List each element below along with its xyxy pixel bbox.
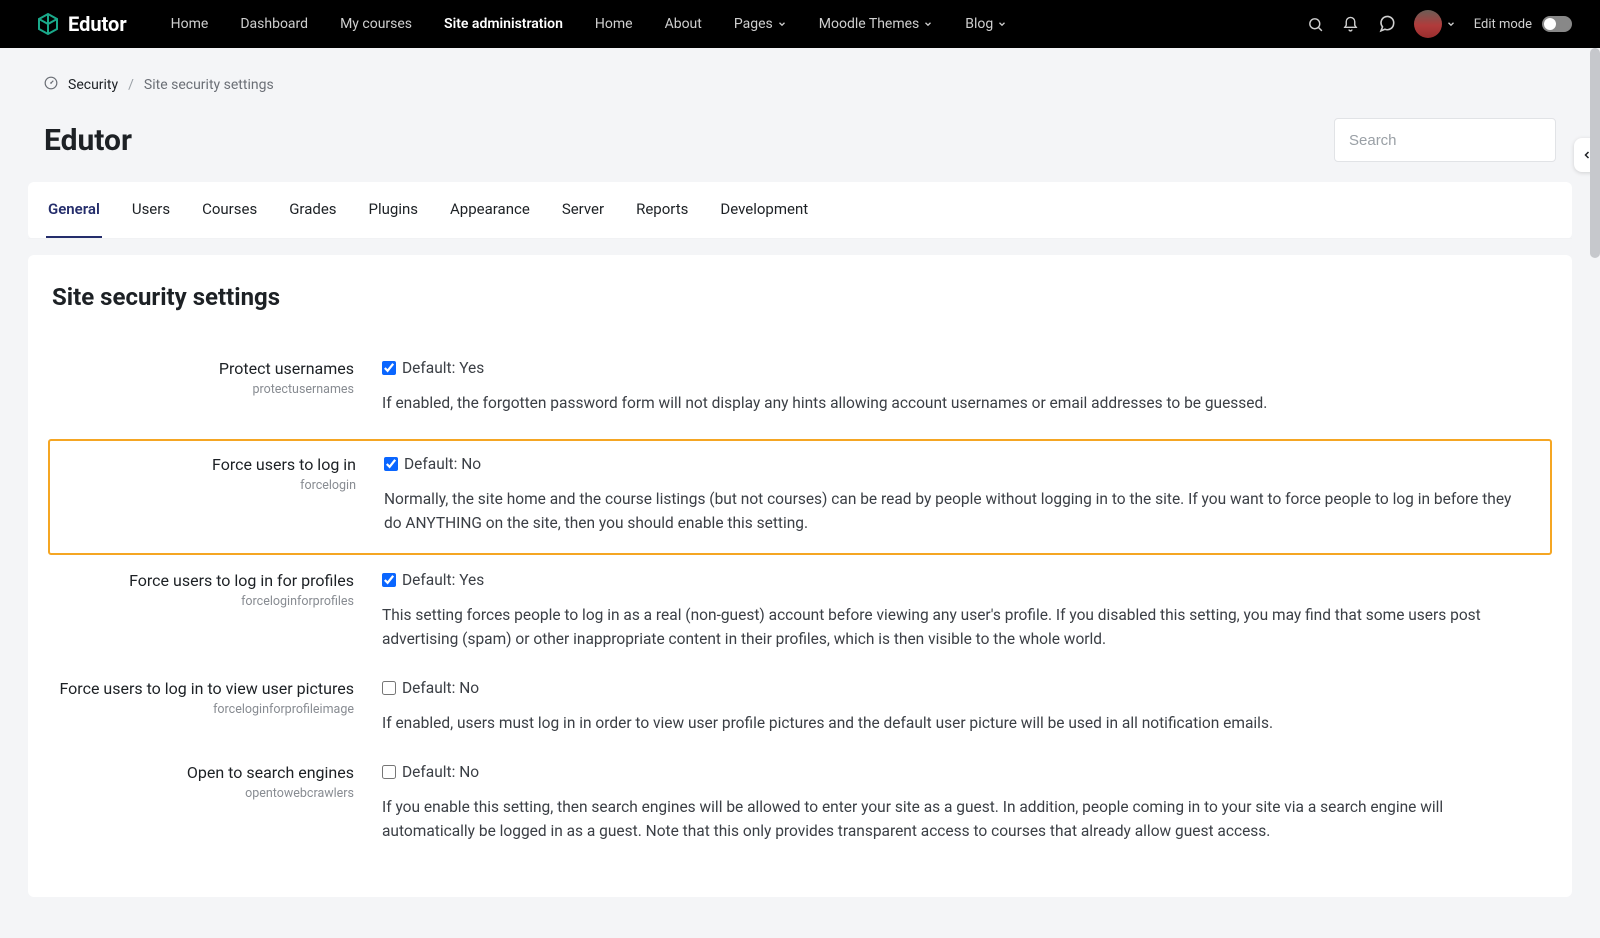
setting-forcelogin: Force users to log in forcelogin Default: …	[48, 439, 1552, 555]
bell-icon[interactable]	[1342, 16, 1359, 33]
tab-appearance[interactable]: Appearance	[448, 182, 532, 238]
setting-slug: protectusernames	[48, 382, 354, 397]
edit-mode-label: Edit mode	[1474, 17, 1532, 32]
nav-pages[interactable]: Pages	[718, 0, 803, 48]
chevron-down-icon	[777, 19, 787, 29]
setting-value-col: Default: Yes If enabled, the forgotten pa…	[382, 359, 1552, 415]
tab-development[interactable]: Development	[718, 182, 810, 238]
setting-value-col: Default: Yes This setting forces people t…	[382, 571, 1552, 651]
nav-moodle-themes[interactable]: Moodle Themes	[803, 0, 950, 48]
tab-courses[interactable]: Courses	[200, 182, 259, 238]
setting-label-col: Force users to log in forcelogin	[50, 455, 358, 493]
setting-forceloginforprofileimage: Force users to log in to view user pictu…	[48, 669, 1552, 753]
nav-home[interactable]: Home	[579, 0, 649, 48]
setting-checkbox[interactable]	[382, 361, 396, 375]
breadcrumb-separator: /	[128, 77, 134, 93]
primary-nav: HomeDashboardMy coursesSite administrati…	[155, 0, 1024, 48]
setting-value-col: Default: No If enabled, users must log in…	[382, 679, 1552, 735]
nav-my-courses[interactable]: My courses	[324, 0, 428, 48]
nav-dashboard[interactable]: Dashboard	[224, 0, 324, 48]
setting-default-text: Default: No	[402, 763, 479, 781]
settings-card: Site security settings Protect usernames…	[28, 255, 1572, 897]
setting-opentowebcrawlers: Open to search engines opentowebcrawlers D…	[48, 753, 1552, 861]
setting-default-text: Default: Yes	[402, 359, 484, 377]
breadcrumb: Security / Site security settings	[28, 76, 1572, 94]
nav-home[interactable]: Home	[155, 0, 225, 48]
chevron-down-icon	[1446, 19, 1456, 29]
setting-description: If enabled, the forgotten password form …	[382, 391, 1522, 415]
content-area: Security / Site security settings Edutor…	[0, 48, 1600, 938]
setting-checkbox-row: Default: No	[382, 763, 1522, 781]
search-icon[interactable]	[1307, 16, 1324, 33]
tab-server[interactable]: Server	[560, 182, 606, 238]
setting-forceloginforprofiles: Force users to log in for profiles forcel…	[48, 561, 1552, 669]
setting-slug: opentowebcrawlers	[48, 786, 354, 801]
setting-label-col: Force users to log in to view user pictu…	[48, 679, 356, 717]
topbar-right: Edit mode	[1307, 10, 1572, 38]
page-title: Edutor	[44, 123, 132, 158]
setting-checkbox-row: Default: No	[384, 455, 1520, 473]
setting-default-text: Default: No	[404, 455, 481, 473]
setting-label: Open to search engines	[48, 763, 354, 782]
chevron-down-icon	[997, 19, 1007, 29]
setting-checkbox[interactable]	[382, 681, 396, 695]
tab-reports[interactable]: Reports	[634, 182, 690, 238]
setting-slug: forceloginforprofiles	[48, 594, 354, 609]
tabs-card: General Users Courses Grades Plugins Appearan…	[28, 182, 1572, 239]
setting-value-col: Default: No Normally, the site home and t…	[384, 455, 1550, 535]
scrollbar[interactable]	[1590, 48, 1600, 938]
tab-grades[interactable]: Grades	[287, 182, 338, 238]
section-heading: Site security settings	[52, 283, 1552, 311]
setting-label-col: Protect usernames protectusernames	[48, 359, 356, 397]
admin-tabs: General Users Courses Grades Plugins Appearan…	[28, 182, 1572, 239]
setting-label: Force users to log in to view user pictu…	[48, 679, 354, 698]
edit-mode-control: Edit mode	[1474, 16, 1572, 32]
setting-description: If enabled, users must log in in order t…	[382, 711, 1522, 735]
nav-blog[interactable]: Blog	[949, 0, 1023, 48]
tab-general[interactable]: General	[46, 182, 102, 238]
breadcrumb-current: Site security settings	[144, 77, 274, 93]
nav-site-administration[interactable]: Site administration	[428, 0, 579, 48]
page-header: Edutor	[28, 118, 1572, 182]
avatar	[1414, 10, 1442, 38]
messages-icon[interactable]	[1377, 15, 1396, 34]
tab-plugins[interactable]: Plugins	[367, 182, 420, 238]
setting-label-col: Force users to log in for profiles forcel…	[48, 571, 356, 609]
brand-name: Edutor	[68, 12, 127, 36]
setting-protectusernames: Protect usernames protectusernames Default…	[48, 349, 1552, 433]
setting-label: Force users to log in	[50, 455, 356, 474]
setting-description: If you enable this setting, then search …	[382, 795, 1522, 843]
setting-label-col: Open to search engines opentowebcrawlers	[48, 763, 356, 801]
setting-value-col: Default: No If you enable this setting, t…	[382, 763, 1552, 843]
setting-checkbox-row: Default: Yes	[382, 571, 1522, 589]
scrollbar-thumb[interactable]	[1590, 48, 1600, 258]
setting-description: This setting forces people to log in as …	[382, 603, 1522, 651]
setting-slug: forceloginforprofileimage	[48, 702, 354, 717]
setting-checkbox-row: Default: Yes	[382, 359, 1522, 377]
user-menu[interactable]	[1414, 10, 1456, 38]
setting-label: Force users to log in for profiles	[48, 571, 354, 590]
chevron-down-icon	[923, 19, 933, 29]
breadcrumb-root[interactable]: Security	[68, 77, 118, 93]
dashboard-icon	[44, 76, 58, 94]
top-navbar: Edutor HomeDashboardMy coursesSite admin…	[0, 0, 1600, 48]
setting-label: Protect usernames	[48, 359, 354, 378]
search-input[interactable]	[1335, 119, 1556, 161]
setting-checkbox[interactable]	[382, 765, 396, 779]
setting-default-text: Default: No	[402, 679, 479, 697]
setting-checkbox[interactable]	[384, 457, 398, 471]
setting-slug: forcelogin	[50, 478, 356, 493]
edit-mode-toggle[interactable]	[1542, 16, 1572, 32]
brand-logo[interactable]: Edutor	[36, 12, 127, 36]
logo-icon	[36, 12, 60, 36]
search-group	[1334, 118, 1556, 162]
setting-checkbox-row: Default: No	[382, 679, 1522, 697]
setting-checkbox[interactable]	[382, 573, 396, 587]
setting-default-text: Default: Yes	[402, 571, 484, 589]
nav-about[interactable]: About	[649, 0, 718, 48]
setting-description: Normally, the site home and the course l…	[384, 487, 1520, 535]
settings-list: Protect usernames protectusernames Default…	[48, 349, 1552, 861]
tab-users[interactable]: Users	[130, 182, 172, 238]
